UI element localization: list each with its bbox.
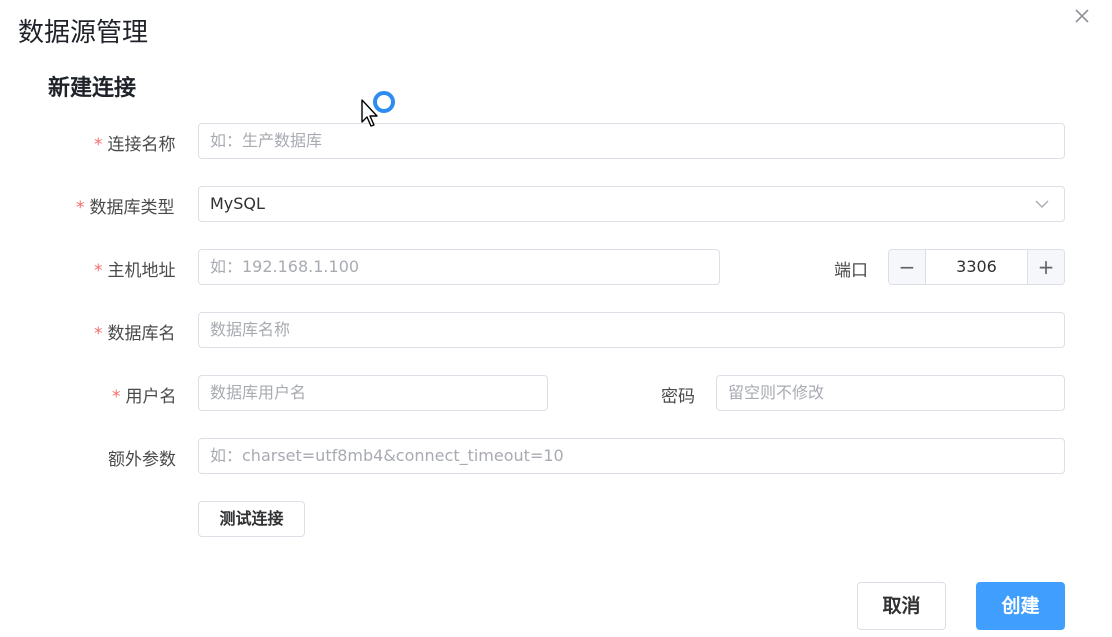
close-icon[interactable]: [1072, 6, 1092, 26]
password-input[interactable]: 留空则不修改: [716, 375, 1065, 411]
port-stepper: − 3306 +: [888, 249, 1065, 285]
port-increment-button[interactable]: +: [1027, 250, 1064, 284]
db-type-label: * 数据库类型: [76, 198, 175, 218]
required-mark: *: [94, 324, 103, 344]
connection-name-label: * 连接名称: [94, 135, 176, 155]
port-input[interactable]: 3306: [926, 250, 1027, 284]
extra-params-label: 额外参数: [108, 450, 176, 470]
extra-params-input[interactable]: 如：charset=utf8mb4&connect_timeout=10: [198, 438, 1065, 474]
test-connection-button[interactable]: 测试连接: [198, 501, 305, 537]
db-name-label: * 数据库名: [94, 324, 176, 344]
username-label: * 用户名: [112, 387, 177, 407]
required-mark: *: [94, 135, 103, 155]
required-mark: *: [94, 261, 103, 281]
section-title: 新建连接: [48, 76, 137, 101]
required-mark: *: [76, 198, 85, 218]
db-type-select[interactable]: MySQL: [198, 186, 1065, 222]
password-label: 密码: [661, 387, 695, 407]
loading-spinner-icon: [373, 91, 395, 113]
host-input[interactable]: 如：192.168.1.100: [198, 249, 720, 285]
username-input[interactable]: 数据库用户名: [198, 375, 548, 411]
chevron-down-icon: [1035, 200, 1049, 208]
host-label: * 主机地址: [94, 261, 176, 281]
db-name-input[interactable]: 数据库名称: [198, 312, 1065, 348]
cancel-button[interactable]: 取消: [857, 582, 946, 630]
dialog-title: 数据源管理: [18, 18, 149, 48]
create-button[interactable]: 创建: [976, 582, 1065, 630]
port-decrement-button[interactable]: −: [889, 250, 926, 284]
port-label: 端口: [834, 261, 868, 281]
connection-name-input[interactable]: 如：生产数据库: [198, 123, 1065, 159]
required-mark: *: [112, 387, 121, 407]
